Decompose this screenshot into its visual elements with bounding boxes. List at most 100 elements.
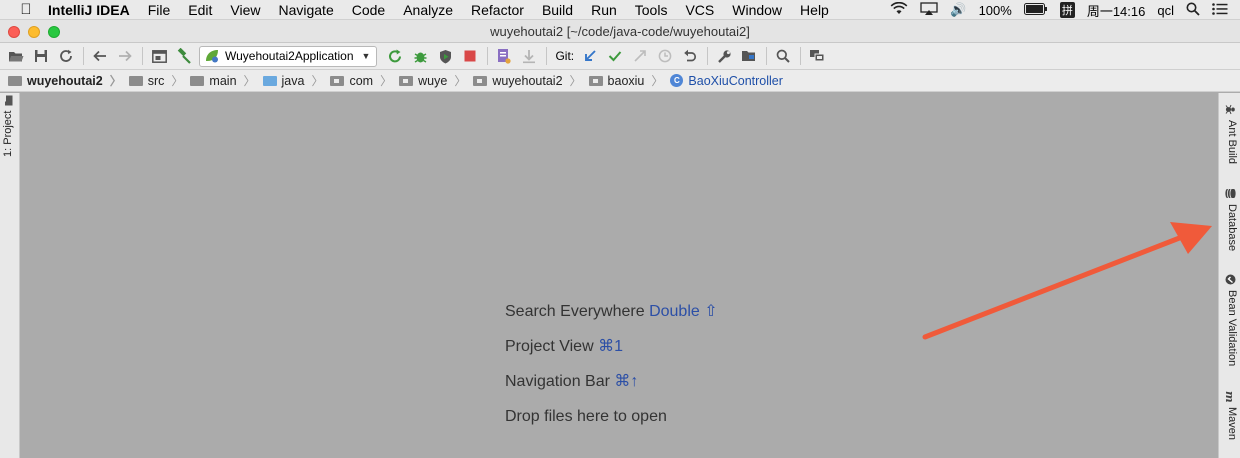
folder-icon: [190, 75, 205, 86]
git-update-icon[interactable]: [580, 46, 600, 66]
input-method-icon[interactable]: 拼: [1059, 2, 1075, 18]
breadcrumb: wuyehoutai2 〉 src 〉 main 〉 java 〉 com 〉 …: [0, 70, 1240, 92]
debug-bug-icon[interactable]: [410, 46, 430, 66]
package-icon: [473, 75, 488, 86]
spring-boot-icon: [204, 49, 220, 63]
hint-navigation-bar: Navigation Bar ⌘↑: [505, 370, 718, 405]
project-folder-icon: [8, 75, 22, 86]
menu-file[interactable]: File: [139, 2, 180, 18]
breadcrumb-item-wuyehoutai2[interactable]: wuyehoutai2 〉: [473, 72, 588, 89]
breadcrumb-item-wuye[interactable]: wuye 〉: [399, 72, 473, 89]
revert-icon[interactable]: [680, 46, 700, 66]
save-all-icon[interactable]: [31, 46, 51, 66]
synchronize-icon[interactable]: [56, 46, 76, 66]
breadcrumb-item-class[interactable]: C BaoXiuController: [670, 74, 783, 88]
battery-percent: 100%: [978, 2, 1012, 18]
battery-icon[interactable]: [1023, 2, 1048, 18]
stop-icon[interactable]: [460, 46, 480, 66]
apple-icon[interactable]: : [18, 1, 34, 18]
breadcrumb-label: wuyehoutai2: [492, 73, 563, 88]
main-toolbar: Wuyehoutai2Application ▼ Git:: [0, 43, 1240, 70]
volume-icon[interactable]: 🔊: [950, 2, 966, 18]
build-artifact-icon[interactable]: [494, 46, 514, 66]
chevron-right-icon: 〉: [171, 74, 184, 88]
hint-label: Drop files here to open: [505, 408, 667, 425]
build-hammer-icon[interactable]: [174, 46, 194, 66]
hint-drop-files: Drop files here to open: [505, 405, 718, 440]
airplay-icon[interactable]: [920, 2, 939, 18]
hint-shortcut: ⌘↑: [614, 373, 639, 390]
breadcrumb-label: com: [349, 73, 374, 88]
back-arrow-icon[interactable]: [90, 46, 110, 66]
git-label: Git:: [555, 49, 575, 63]
search-icon[interactable]: [773, 46, 793, 66]
tool-tab-maven[interactable]: m Maven: [1224, 386, 1239, 440]
user-name[interactable]: qcl: [1157, 3, 1174, 18]
menu-edit[interactable]: Edit: [179, 2, 221, 18]
hint-label: Search Everywhere: [505, 303, 645, 320]
menu-code[interactable]: Code: [343, 2, 394, 18]
tool-tab-bean-validation[interactable]: Bean Validation: [1226, 269, 1238, 366]
package-icon: [330, 75, 345, 86]
toolbar-divider: [487, 47, 489, 65]
breadcrumb-item-java[interactable]: java 〉: [262, 72, 331, 89]
menu-navigate[interactable]: Navigate: [269, 2, 342, 18]
download-icon[interactable]: [519, 46, 539, 66]
history-clock-icon[interactable]: [655, 46, 675, 66]
toolbar-divider: [546, 47, 548, 65]
ant-icon: [1226, 104, 1237, 115]
svg-text:m: m: [1226, 391, 1237, 402]
chevron-down-icon: ▼: [361, 51, 371, 61]
tool-tab-ant-build[interactable]: Ant Build: [1226, 99, 1238, 164]
forward-arrow-icon[interactable]: [115, 46, 135, 66]
breadcrumb-item-project[interactable]: wuyehoutai2 〉: [8, 72, 129, 89]
presentation-mode-icon[interactable]: [807, 46, 827, 66]
breadcrumb-item-baoxiu[interactable]: baoxiu 〉: [588, 72, 671, 89]
git-commit-check-icon[interactable]: [605, 46, 625, 66]
source-folder-icon: [262, 75, 277, 86]
app-menu[interactable]: IntelliJ IDEA: [48, 2, 139, 18]
menu-analyze[interactable]: Analyze: [394, 2, 462, 18]
menu-build[interactable]: Build: [533, 2, 582, 18]
editor-empty-area[interactable]: Search Everywhere Double ⇧ Project View …: [21, 93, 1218, 458]
notification-center-icon[interactable]: [1212, 2, 1228, 18]
breadcrumb-label: wuye: [418, 73, 448, 88]
breadcrumb-item-main[interactable]: main 〉: [190, 72, 262, 89]
menu-refactor[interactable]: Refactor: [462, 2, 533, 18]
editor-hints: Search Everywhere Double ⇧ Project View …: [505, 300, 718, 440]
tool-tab-project[interactable]: 1: Project: [2, 90, 14, 157]
tool-tab-database[interactable]: Database: [1225, 183, 1238, 251]
hint-label: Navigation Bar: [505, 373, 610, 390]
tool-tab-label: 1: Project: [2, 110, 14, 157]
bean-validation-icon: [1226, 274, 1237, 285]
window-title-bar: wuyehoutai2 [~/code/java-code/wuyehoutai…: [0, 20, 1240, 43]
menu-run[interactable]: Run: [582, 2, 626, 18]
chevron-right-icon: 〉: [454, 74, 467, 88]
left-tool-window-strip: 1: Project: [0, 93, 20, 458]
run-with-coverage-icon[interactable]: [435, 46, 455, 66]
git-compare-icon[interactable]: [630, 46, 650, 66]
toolbar-divider: [83, 47, 84, 65]
wifi-icon[interactable]: [890, 1, 908, 18]
menu-bar-status-area: 🔊 100% 拼 周一14:16 qcl: [890, 0, 1240, 20]
rerun-icon[interactable]: [385, 46, 405, 66]
open-folder-icon[interactable]: [6, 46, 26, 66]
menu-tools[interactable]: Tools: [626, 2, 677, 18]
spotlight-search-icon[interactable]: [1186, 2, 1200, 19]
breadcrumb-item-com[interactable]: com 〉: [330, 72, 399, 89]
menu-help[interactable]: Help: [791, 2, 838, 18]
breadcrumb-label: baoxiu: [607, 73, 645, 88]
menu-vcs[interactable]: VCS: [676, 2, 723, 18]
project-structure-icon[interactable]: [149, 46, 169, 66]
breadcrumb-label: wuyehoutai2: [27, 73, 103, 88]
breadcrumb-item-src[interactable]: src 〉: [128, 72, 191, 89]
macos-menu-bar:  IntelliJ IDEA File Edit View Navigate …: [0, 0, 1240, 20]
clock[interactable]: 周一14:16: [1087, 1, 1146, 20]
toolbar-divider: [142, 47, 143, 65]
menu-view[interactable]: View: [221, 2, 269, 18]
run-configuration-selector[interactable]: Wuyehoutai2Application ▼: [199, 45, 378, 67]
settings-wrench-icon[interactable]: [714, 46, 734, 66]
hint-shortcut: Double ⇧: [649, 303, 718, 320]
project-structure-folder-icon[interactable]: [739, 46, 759, 66]
menu-window[interactable]: Window: [723, 2, 791, 18]
